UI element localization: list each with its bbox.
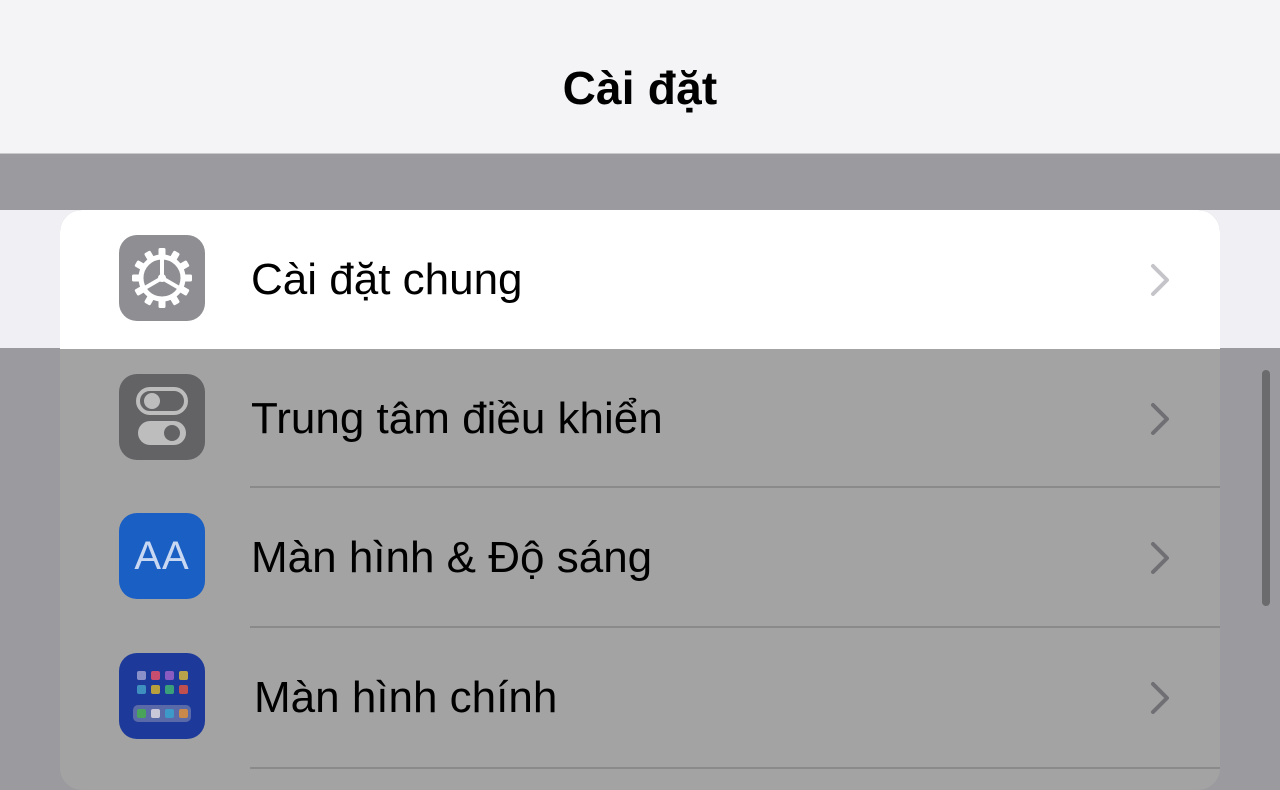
chevron-right-icon [1151,542,1169,574]
settings-group: Cài đặt chung Trung tâm điều khiển AA Mà… [60,210,1220,790]
display-icon-text: AA [134,533,190,578]
page-title: Cài đặt [562,61,718,114]
settings-item-label: Trung tâm điều khiển [251,393,663,443]
gear-icon [119,235,205,321]
chevron-right-icon [1151,264,1169,296]
settings-item-display-brightness[interactable]: AA Màn hình & Độ sáng [60,488,1220,627]
chevron-right-icon [1151,403,1169,435]
navigation-bar: Cài đặt [0,0,1280,154]
separator [250,767,1220,769]
control-center-icon [119,374,205,460]
settings-item-label: Màn hình chính [254,672,558,722]
chevron-right-icon [1151,682,1169,714]
settings-item-home-screen[interactable]: Màn hình chính [60,628,1220,767]
settings-item-general[interactable]: Cài đặt chung [60,210,1220,349]
display-brightness-icon: AA [119,513,205,599]
settings-item-label: Màn hình & Độ sáng [251,532,653,582]
settings-item-control-center[interactable]: Trung tâm điều khiển [60,349,1220,488]
home-screen-icon [119,653,205,739]
scrollbar[interactable] [1262,370,1270,606]
settings-item-label: Cài đặt chung [251,254,523,304]
